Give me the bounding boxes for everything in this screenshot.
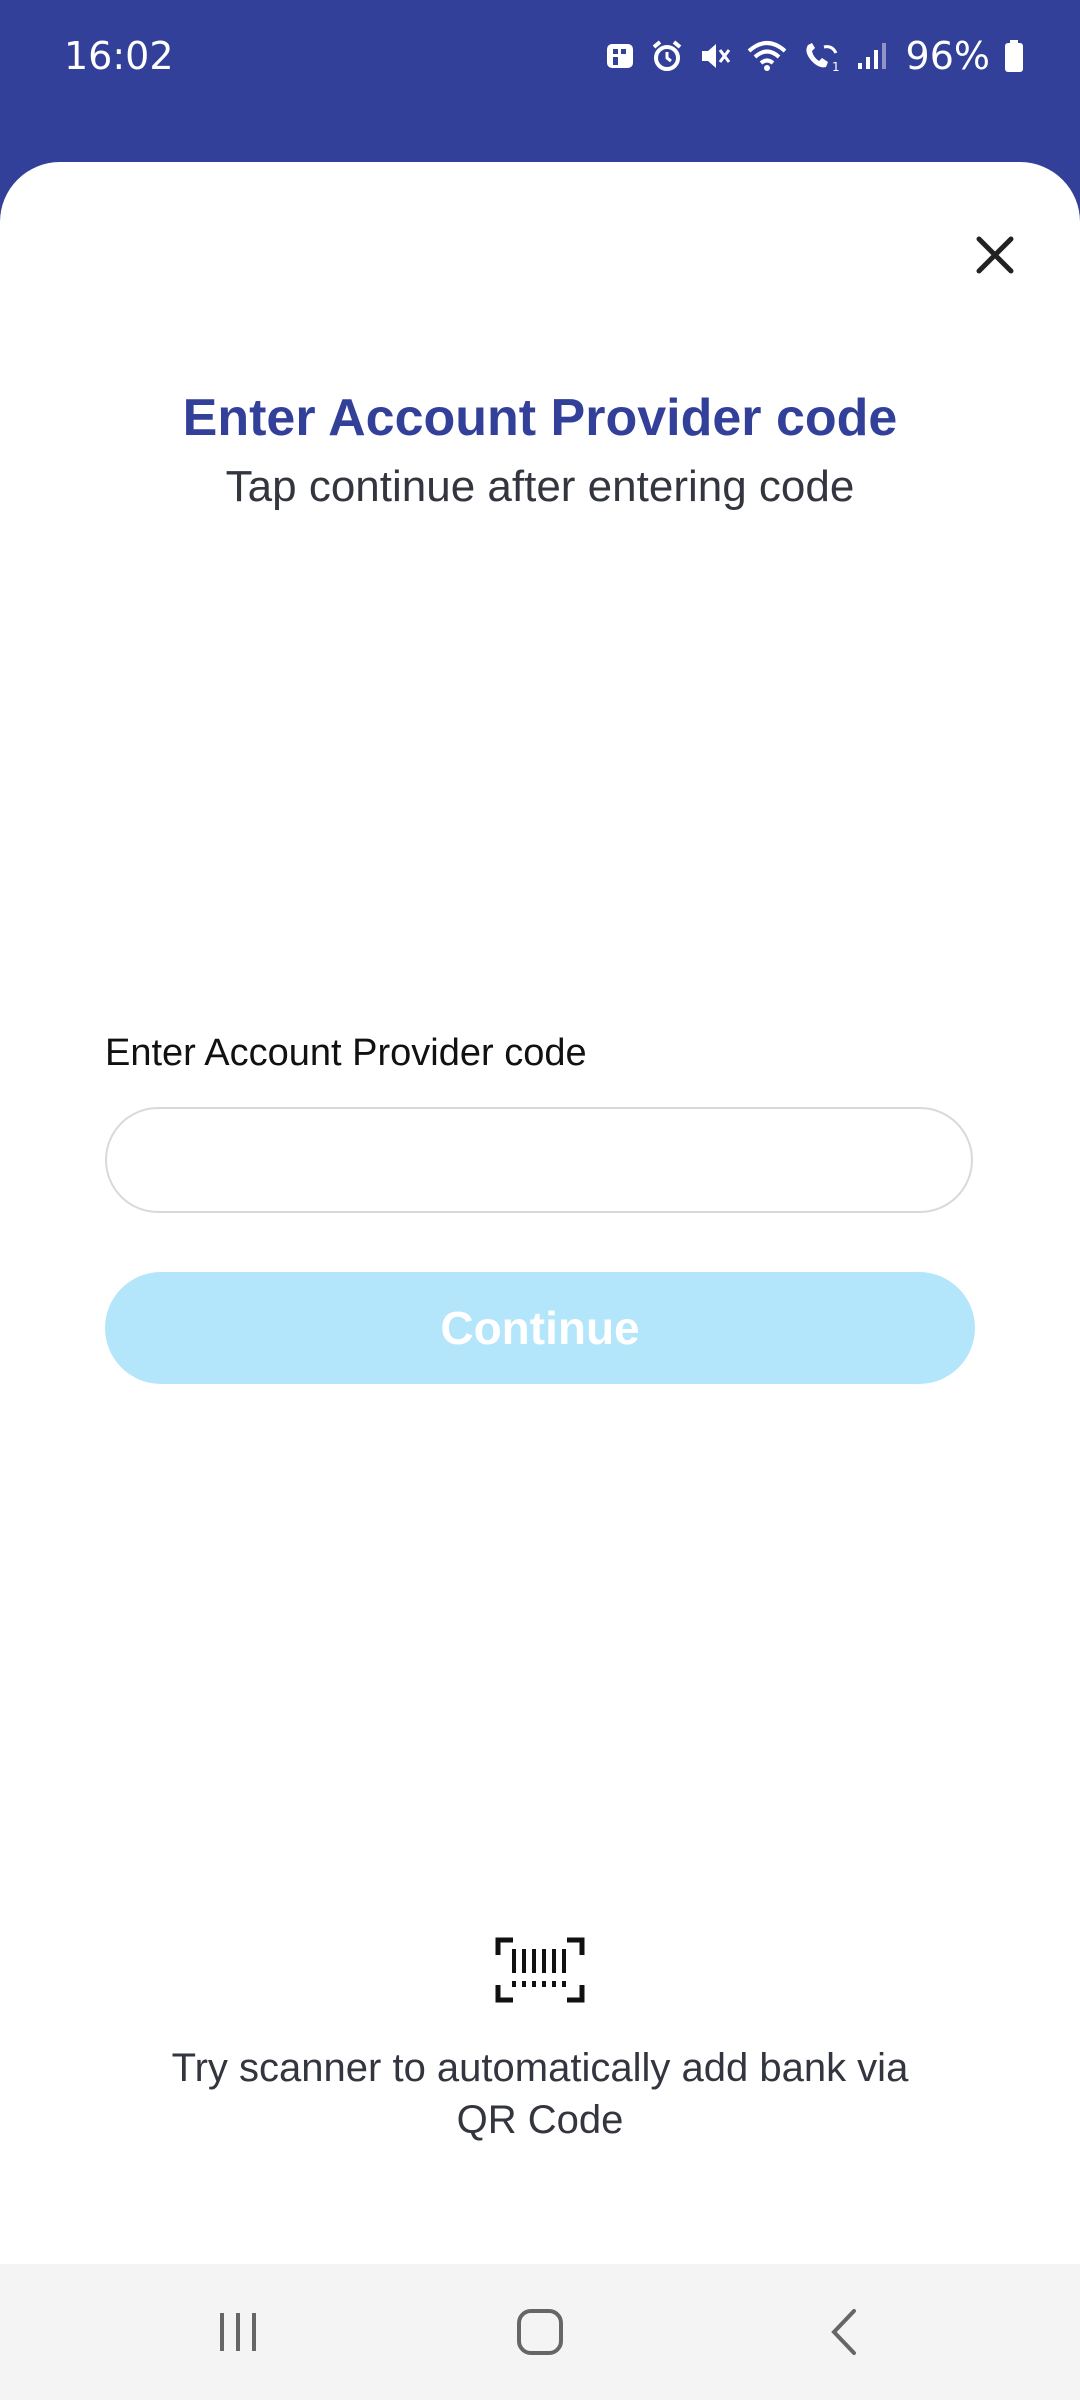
close-icon <box>976 236 1014 274</box>
recent-apps-button[interactable] <box>198 2302 278 2362</box>
recent-apps-icon <box>220 2313 256 2351</box>
mute-icon <box>701 44 730 68</box>
barcode-scanner-icon[interactable] <box>495 1937 585 2003</box>
page-title: Enter Account Provider code <box>182 389 898 447</box>
page-subtitle: Tap continue after entering code <box>225 462 855 511</box>
status-bar: 16:02 1 96% <box>0 0 1080 162</box>
battery-icon <box>1005 40 1023 72</box>
provider-code-input[interactable] <box>105 1107 973 1213</box>
close-button[interactable] <box>960 220 1030 290</box>
home-icon <box>517 2309 563 2355</box>
home-button[interactable] <box>500 2302 580 2362</box>
back-icon <box>831 2309 856 2355</box>
status-time: 16:02 <box>64 34 174 78</box>
svg-text:1: 1 <box>832 60 840 73</box>
alarm-icon <box>652 40 681 71</box>
bottom-sheet: Enter Account Provider code Tap continue… <box>0 162 1080 2264</box>
bank-notification-icon <box>606 44 633 68</box>
back-button[interactable] <box>804 2302 884 2362</box>
system-nav-bar <box>0 2264 1080 2400</box>
scanner-hint-link[interactable]: Try scanner to automatically add bank vi… <box>140 2042 940 2146</box>
battery-percent: 96% <box>905 34 990 78</box>
status-icons: 1 96% <box>604 34 1024 78</box>
wifi-icon <box>747 41 786 71</box>
wifi-calling-icon: 1 <box>805 43 840 73</box>
signal-icon <box>857 43 886 69</box>
code-field-label: Enter Account Provider code <box>105 1032 587 1074</box>
continue-button[interactable]: Continue <box>105 1272 975 1384</box>
